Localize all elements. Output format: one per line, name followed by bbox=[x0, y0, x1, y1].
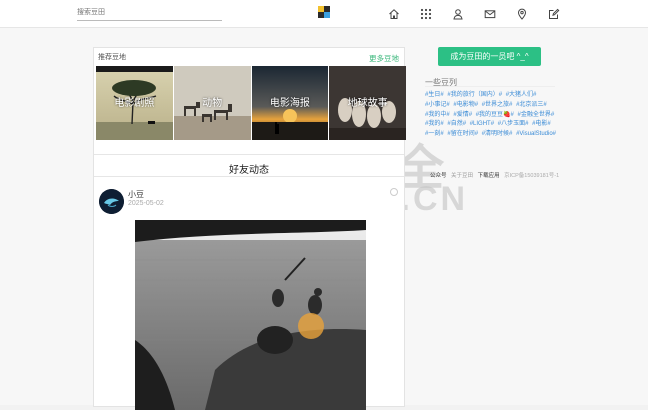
tag-link[interactable]: #大猪人们# bbox=[506, 92, 537, 98]
avatar[interactable] bbox=[99, 189, 124, 214]
divider bbox=[94, 176, 404, 177]
tag-link[interactable]: #LIGHT# bbox=[470, 121, 494, 127]
logo-icon[interactable] bbox=[318, 6, 330, 18]
album-label: 电影海报 bbox=[269, 98, 310, 109]
divider bbox=[94, 154, 404, 155]
post-photo-image bbox=[135, 220, 366, 410]
top-navigation-bar bbox=[0, 0, 648, 28]
album-label: 动物 bbox=[202, 98, 223, 109]
sidebar-footer: 公众号 关于豆田 下载应用 京ICP备15039181号-1 bbox=[430, 171, 562, 179]
tag-link[interactable]: #我的豆豆🍓# bbox=[476, 112, 514, 118]
tag-link[interactable]: #我的旅行（国内）# bbox=[447, 92, 502, 98]
tag-link[interactable]: #八步玉面# bbox=[498, 121, 529, 127]
album-strip: 电影剧照 动物 电影海报 地球故事 bbox=[96, 66, 406, 140]
tag-link[interactable]: #留在时间# bbox=[447, 131, 478, 137]
tag-link[interactable]: #爱情# bbox=[453, 112, 472, 118]
avatar-image bbox=[99, 189, 124, 214]
tag-link[interactable]: #我的中# bbox=[425, 112, 450, 118]
mail-icon[interactable] bbox=[484, 8, 496, 20]
album-label: 地球故事 bbox=[347, 98, 388, 109]
tag-link[interactable]: #清明时候# bbox=[482, 131, 513, 137]
tag-link[interactable]: #电影# bbox=[532, 121, 551, 127]
tag-link[interactable]: #自然# bbox=[447, 121, 466, 127]
footer-link-wechat[interactable]: 公众号 bbox=[430, 173, 447, 179]
recommend-title: 推荐豆地 bbox=[98, 54, 126, 61]
search-input[interactable] bbox=[77, 5, 222, 21]
tag-link[interactable]: #我的# bbox=[425, 121, 444, 127]
feed-title: 好友动态 bbox=[229, 165, 269, 176]
album-card-earth-stories[interactable]: 地球故事 bbox=[329, 66, 406, 140]
tag-link[interactable]: #小事记# bbox=[425, 102, 450, 108]
recommend-panel: 推荐豆地 更多豆地 电影剧照 动物 电影海报 地球故事 好友动态 小豆 2025… bbox=[93, 47, 406, 410]
apps-icon[interactable] bbox=[420, 8, 432, 20]
edit-icon[interactable] bbox=[548, 8, 560, 20]
post-username[interactable]: 小豆 bbox=[128, 189, 144, 200]
post-photo[interactable] bbox=[135, 220, 366, 410]
album-card-movie-stills[interactable]: 电影剧照 bbox=[96, 66, 173, 140]
footer-link-about[interactable]: 关于豆田 bbox=[451, 173, 473, 179]
location-icon[interactable] bbox=[516, 8, 528, 20]
tag-link[interactable]: #VisualStudio# bbox=[516, 131, 556, 137]
more-link[interactable]: 更多豆地 bbox=[369, 53, 399, 64]
post-more-icon[interactable] bbox=[390, 188, 398, 196]
tag-link[interactable]: #一刻# bbox=[425, 131, 444, 137]
divider bbox=[425, 86, 555, 87]
album-label: 电影剧照 bbox=[114, 98, 155, 109]
album-card-movie-posters[interactable]: 电影海报 bbox=[251, 66, 329, 140]
tag-link[interactable]: #金融全世界# bbox=[518, 112, 555, 118]
footer-icp: 京ICP备15039181号-1 bbox=[504, 173, 560, 179]
user-icon[interactable] bbox=[452, 8, 464, 20]
tag-link[interactable]: #北京派三# bbox=[516, 102, 547, 108]
tag-link[interactable]: #世界之旅# bbox=[482, 102, 513, 108]
tag-link[interactable]: #生日# bbox=[425, 92, 444, 98]
footer-link-download[interactable]: 下载应用 bbox=[478, 173, 500, 179]
home-icon[interactable] bbox=[388, 8, 400, 20]
tag-cloud: #生日# #我的旅行（国内）# #大猪人们# #小事记# #电影物# #世界之旅… bbox=[425, 91, 560, 140]
join-button[interactable]: 成为豆田的一员吧 ^_^ bbox=[438, 47, 541, 66]
album-card-animals[interactable]: 动物 bbox=[173, 66, 251, 140]
tag-link[interactable]: #电影物# bbox=[453, 102, 478, 108]
post-date: 2025-05-02 bbox=[128, 200, 164, 207]
